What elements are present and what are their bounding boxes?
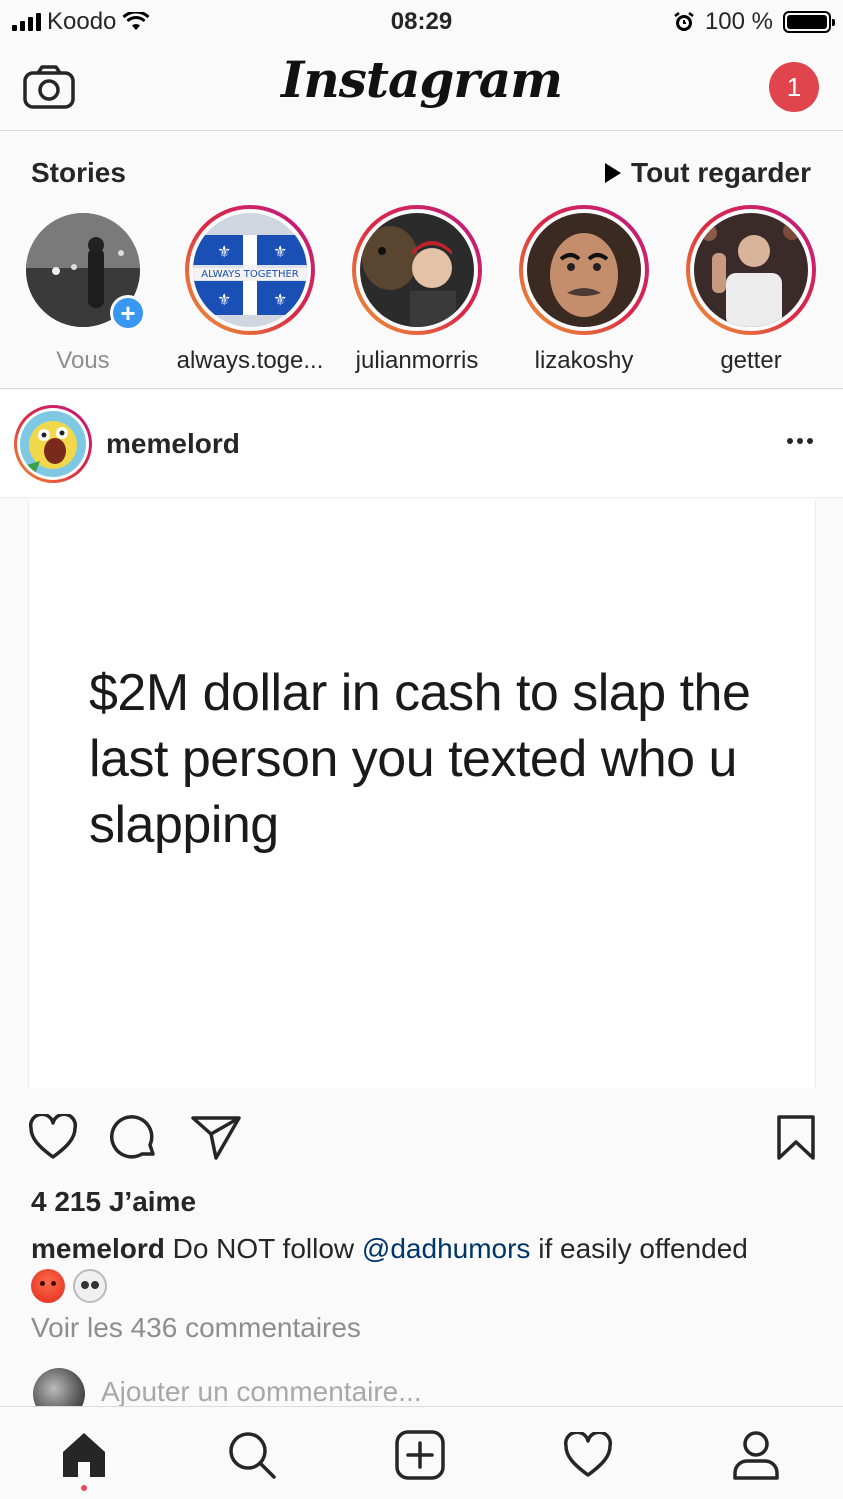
watch-all-label: Tout regarder <box>631 157 811 188</box>
caption-emojis <box>31 1269 821 1303</box>
story-avatar <box>694 213 808 327</box>
svg-text:⚜: ⚜ <box>217 292 231 309</box>
bookmark-icon <box>777 1115 815 1160</box>
bottom-tab-bar <box>0 1406 843 1499</box>
battery-percent: 100 % <box>704 8 773 35</box>
post-avatar-image <box>20 411 86 477</box>
comment-icon <box>110 1115 155 1159</box>
alarm-icon <box>674 12 694 31</box>
tab-activity[interactable] <box>560 1427 616 1483</box>
like-button[interactable] <box>28 1112 78 1165</box>
tab-profile[interactable] <box>728 1427 784 1483</box>
caption-text-after: if easily offended <box>530 1233 748 1264</box>
svg-text:⚜: ⚜ <box>273 292 287 309</box>
tab-search[interactable] <box>224 1427 280 1483</box>
story-ring: ALWAYS TOGETHER ⚜ ⚜ ⚜ ⚜ <box>185 205 315 335</box>
story-julianmorris[interactable]: julianmorris <box>342 205 492 375</box>
story-lizakoshy[interactable]: lizakoshy <box>509 205 659 375</box>
instagram-logo: Instagram <box>281 50 563 109</box>
story-avatar <box>527 213 641 327</box>
watch-all-button[interactable]: Tout regarder <box>605 157 811 189</box>
svg-text:⚜: ⚜ <box>217 244 231 261</box>
post-header: memelord <box>0 390 843 498</box>
avatar <box>33 1368 85 1406</box>
post-caption: memelord Do NOT follow @dadhumors if eas… <box>31 1233 821 1303</box>
story-name: Vous <box>56 347 110 374</box>
caption-text-before: Do NOT follow <box>164 1233 362 1264</box>
stories-title: Stories <box>31 157 126 188</box>
view-comments-link[interactable]: Voir les 436 commentaires <box>31 1312 361 1344</box>
story-avatar <box>360 213 474 327</box>
story-ring <box>686 205 816 335</box>
story-ring <box>519 205 649 335</box>
story-avatar: ALWAYS TOGETHER ⚜ ⚜ ⚜ ⚜ <box>193 213 307 327</box>
tab-home[interactable] <box>56 1427 112 1483</box>
tab-new-post[interactable] <box>392 1427 448 1483</box>
heart-icon <box>28 1112 78 1159</box>
flag-text: ALWAYS TOGETHER <box>201 269 299 280</box>
story-own[interactable]: + Vous <box>8 205 158 375</box>
save-button[interactable] <box>776 1114 816 1167</box>
home-icon <box>63 1433 105 1477</box>
add-post-icon <box>395 1430 445 1480</box>
post-username[interactable]: memelord <box>106 428 240 460</box>
direct-notification-badge[interactable]: 1 <box>769 62 819 112</box>
story-name: always.toge... <box>176 347 324 374</box>
add-comment-input[interactable]: Ajouter un commentaire... <box>101 1376 422 1406</box>
play-icon <box>605 163 622 183</box>
angry-face-icon <box>31 1269 65 1303</box>
battery-icon <box>783 11 835 33</box>
skull-icon <box>73 1269 107 1303</box>
profile-icon <box>733 1431 779 1480</box>
own-avatar: + <box>26 213 146 331</box>
svg-text:⚜: ⚜ <box>273 244 287 261</box>
post-avatar[interactable] <box>14 405 92 483</box>
likes-count[interactable]: 4 215 J’aime <box>31 1186 196 1218</box>
meme-text: $2M dollar in cash to slap the last pers… <box>89 664 751 854</box>
story-always-together[interactable]: ALWAYS TOGETHER ⚜ ⚜ ⚜ ⚜ always.toge... <box>175 205 325 375</box>
add-comment-row[interactable]: Ajouter un commentaire... <box>31 1366 831 1406</box>
more-options-icon[interactable] <box>787 438 813 444</box>
status-bar: Koodo 08:29 100 % <box>0 0 843 44</box>
caption-mention[interactable]: @dadhumors <box>362 1233 531 1264</box>
story-name: julianmorris <box>355 347 479 374</box>
story-name: getter <box>720 347 782 374</box>
status-right: 100 % <box>673 8 835 36</box>
caption-username[interactable]: memelord <box>31 1233 165 1264</box>
stories-tray: Stories Tout regarder + Vous ALWAYS TOGE… <box>0 131 843 389</box>
story-name: lizakoshy <box>534 347 634 374</box>
app-header: Instagram 1 <box>0 44 843 131</box>
comment-button[interactable] <box>110 1114 158 1167</box>
story-ring <box>352 205 482 335</box>
story-getter[interactable]: getter <box>676 205 826 375</box>
share-button[interactable] <box>190 1114 242 1167</box>
send-icon <box>191 1116 241 1160</box>
activity-heart-icon <box>563 1432 613 1477</box>
search-icon <box>229 1432 276 1479</box>
home-active-dot <box>81 1485 87 1491</box>
post-image[interactable]: $2M dollar in cash to slap the last pers… <box>28 500 816 1088</box>
add-story-icon: + <box>110 295 146 331</box>
post-actions <box>0 1088 843 1188</box>
